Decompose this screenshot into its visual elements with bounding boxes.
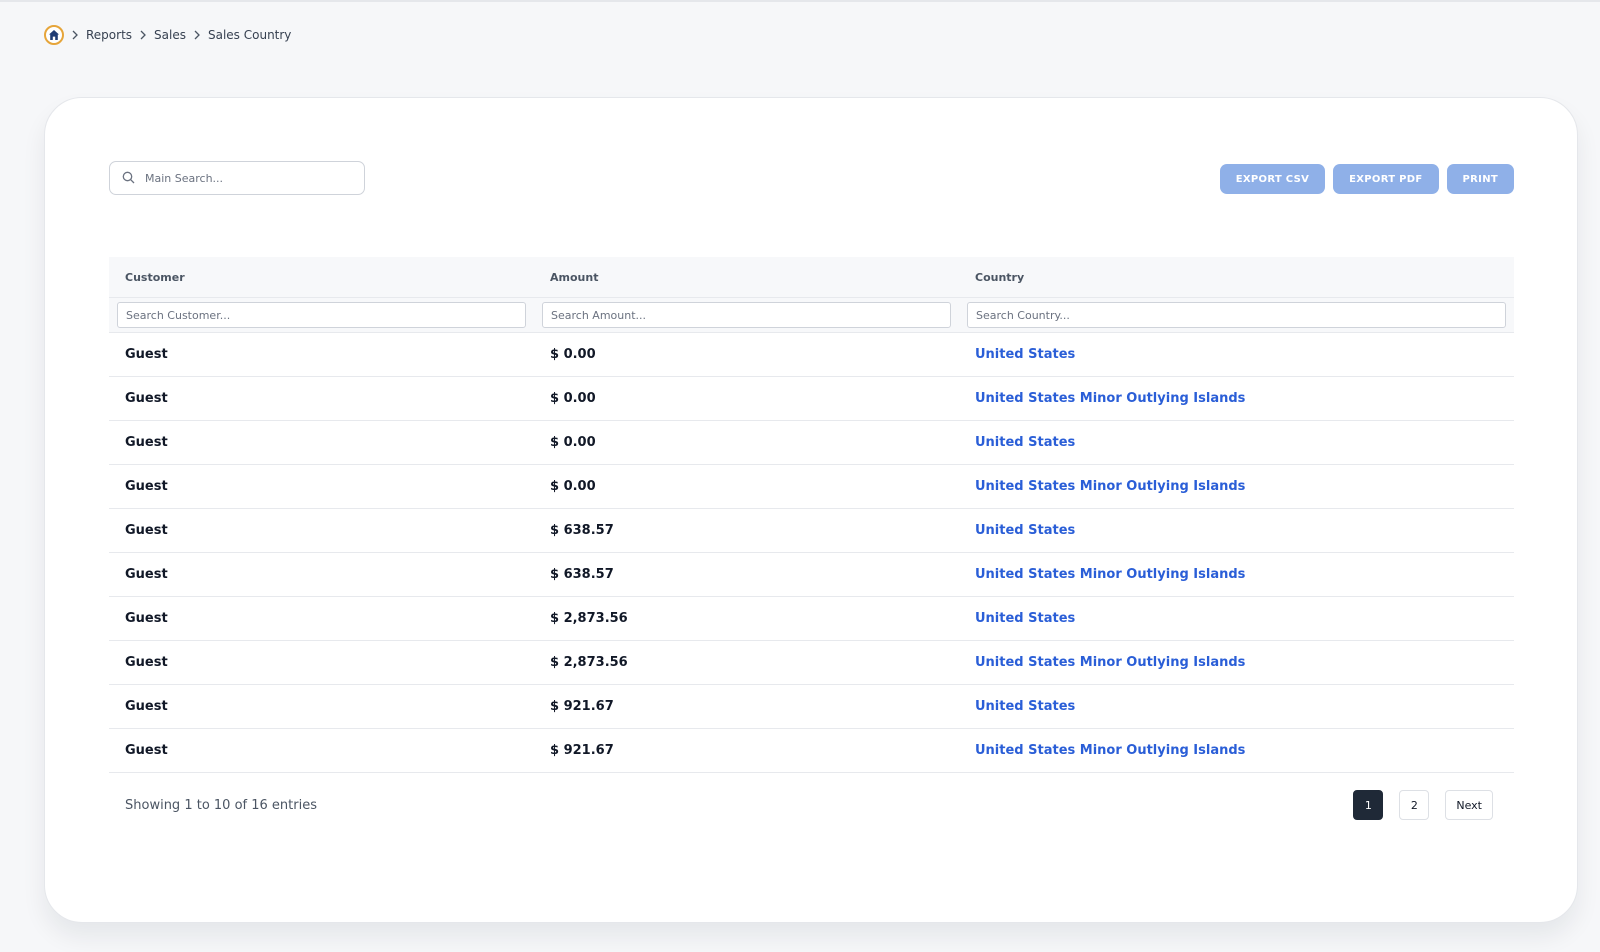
customer-cell: Guest (125, 523, 168, 538)
customer-cell: Guest (125, 743, 168, 758)
country-link[interactable]: United States (959, 611, 1514, 626)
sales-country-table: Customer Amount Country Guest $ 0.00 Uni… (109, 257, 1514, 773)
country-link[interactable]: United States Minor Outlying Islands (959, 655, 1514, 670)
country-link[interactable]: United States Minor Outlying Islands (959, 391, 1514, 406)
country-link[interactable]: United States Minor Outlying Islands (959, 479, 1514, 494)
table-filter-row (109, 297, 1514, 333)
country-link[interactable]: United States (959, 523, 1514, 538)
amount-cell: $ 921.67 (550, 743, 614, 758)
country-link[interactable]: United States (959, 699, 1514, 714)
table-row: Guest $ 0.00 United States Minor Outlyin… (109, 377, 1514, 421)
country-link[interactable]: United States (959, 347, 1514, 362)
customer-cell: Guest (125, 479, 168, 494)
customer-cell: Guest (125, 655, 168, 670)
pagination: 1 2 Next (1353, 790, 1493, 820)
amount-cell: $ 638.57 (550, 567, 614, 582)
chevron-right-icon (132, 30, 154, 40)
page-button-1[interactable]: 1 (1353, 790, 1384, 820)
breadcrumb-item-reports[interactable]: Reports (86, 28, 132, 42)
amount-cell: $ 2,873.56 (550, 655, 628, 670)
chevron-right-icon (186, 30, 208, 40)
main-search-input[interactable] (145, 171, 345, 185)
amount-cell: $ 0.00 (550, 391, 596, 406)
export-csv-button[interactable]: EXPORT CSV (1219, 164, 1326, 194)
amount-cell: $ 0.00 (550, 347, 596, 362)
search-amount-input[interactable] (542, 302, 951, 328)
customer-cell: Guest (125, 611, 168, 626)
export-pdf-button[interactable]: EXPORT PDF (1333, 164, 1439, 194)
column-header-amount[interactable]: Amount (534, 271, 959, 284)
breadcrumb-item-sales-country: Sales Country (207, 28, 292, 42)
amount-cell: $ 2,873.56 (550, 611, 628, 626)
customer-cell: Guest (125, 435, 168, 450)
table-row: Guest $ 0.00 United States Minor Outlyin… (109, 465, 1514, 509)
breadcrumb-item-sales[interactable]: Sales (154, 28, 186, 42)
table-row: Guest $ 638.57 United States (109, 509, 1514, 553)
table-row: Guest $ 0.00 United States (109, 421, 1514, 465)
next-page-button[interactable]: Next (1445, 790, 1493, 820)
home-icon[interactable] (44, 25, 64, 45)
breadcrumb: Reports Sales Sales Country (44, 25, 291, 45)
amount-cell: $ 638.57 (550, 523, 614, 538)
column-header-country[interactable]: Country (959, 271, 1514, 284)
country-link[interactable]: United States Minor Outlying Islands (959, 567, 1514, 582)
column-header-customer[interactable]: Customer (109, 271, 534, 284)
table-info: Showing 1 to 10 of 16 entries (125, 798, 317, 813)
chevron-right-icon (64, 30, 86, 40)
search-customer-input[interactable] (117, 302, 526, 328)
customer-cell: Guest (125, 699, 168, 714)
top-border (0, 0, 1600, 2)
filter-cell-country (959, 302, 1514, 328)
search-country-input[interactable] (967, 302, 1506, 328)
customer-cell: Guest (125, 347, 168, 362)
export-actions: EXPORT CSV EXPORT PDF PRINT (1219, 164, 1514, 194)
report-card: EXPORT CSV EXPORT PDF PRINT Customer Amo… (44, 97, 1578, 923)
table-row: Guest $ 921.67 United States (109, 685, 1514, 729)
table-row: Guest $ 0.00 United States (109, 333, 1514, 377)
amount-cell: $ 0.00 (550, 479, 596, 494)
table-row: Guest $ 638.57 United States Minor Outly… (109, 553, 1514, 597)
table-row: Guest $ 921.67 United States Minor Outly… (109, 729, 1514, 773)
country-link[interactable]: United States Minor Outlying Islands (959, 743, 1514, 758)
search-icon (122, 169, 135, 188)
page-button-2[interactable]: 2 (1399, 790, 1430, 820)
main-search-box[interactable] (109, 161, 365, 195)
print-button[interactable]: PRINT (1446, 164, 1514, 194)
table-header-row: Customer Amount Country (109, 257, 1514, 297)
customer-cell: Guest (125, 567, 168, 582)
table-row: Guest $ 2,873.56 United States Minor Out… (109, 641, 1514, 685)
country-link[interactable]: United States (959, 435, 1514, 450)
table-row: Guest $ 2,873.56 United States (109, 597, 1514, 641)
filter-cell-customer (109, 302, 534, 328)
amount-cell: $ 921.67 (550, 699, 614, 714)
amount-cell: $ 0.00 (550, 435, 596, 450)
filter-cell-amount (534, 302, 959, 328)
customer-cell: Guest (125, 391, 168, 406)
